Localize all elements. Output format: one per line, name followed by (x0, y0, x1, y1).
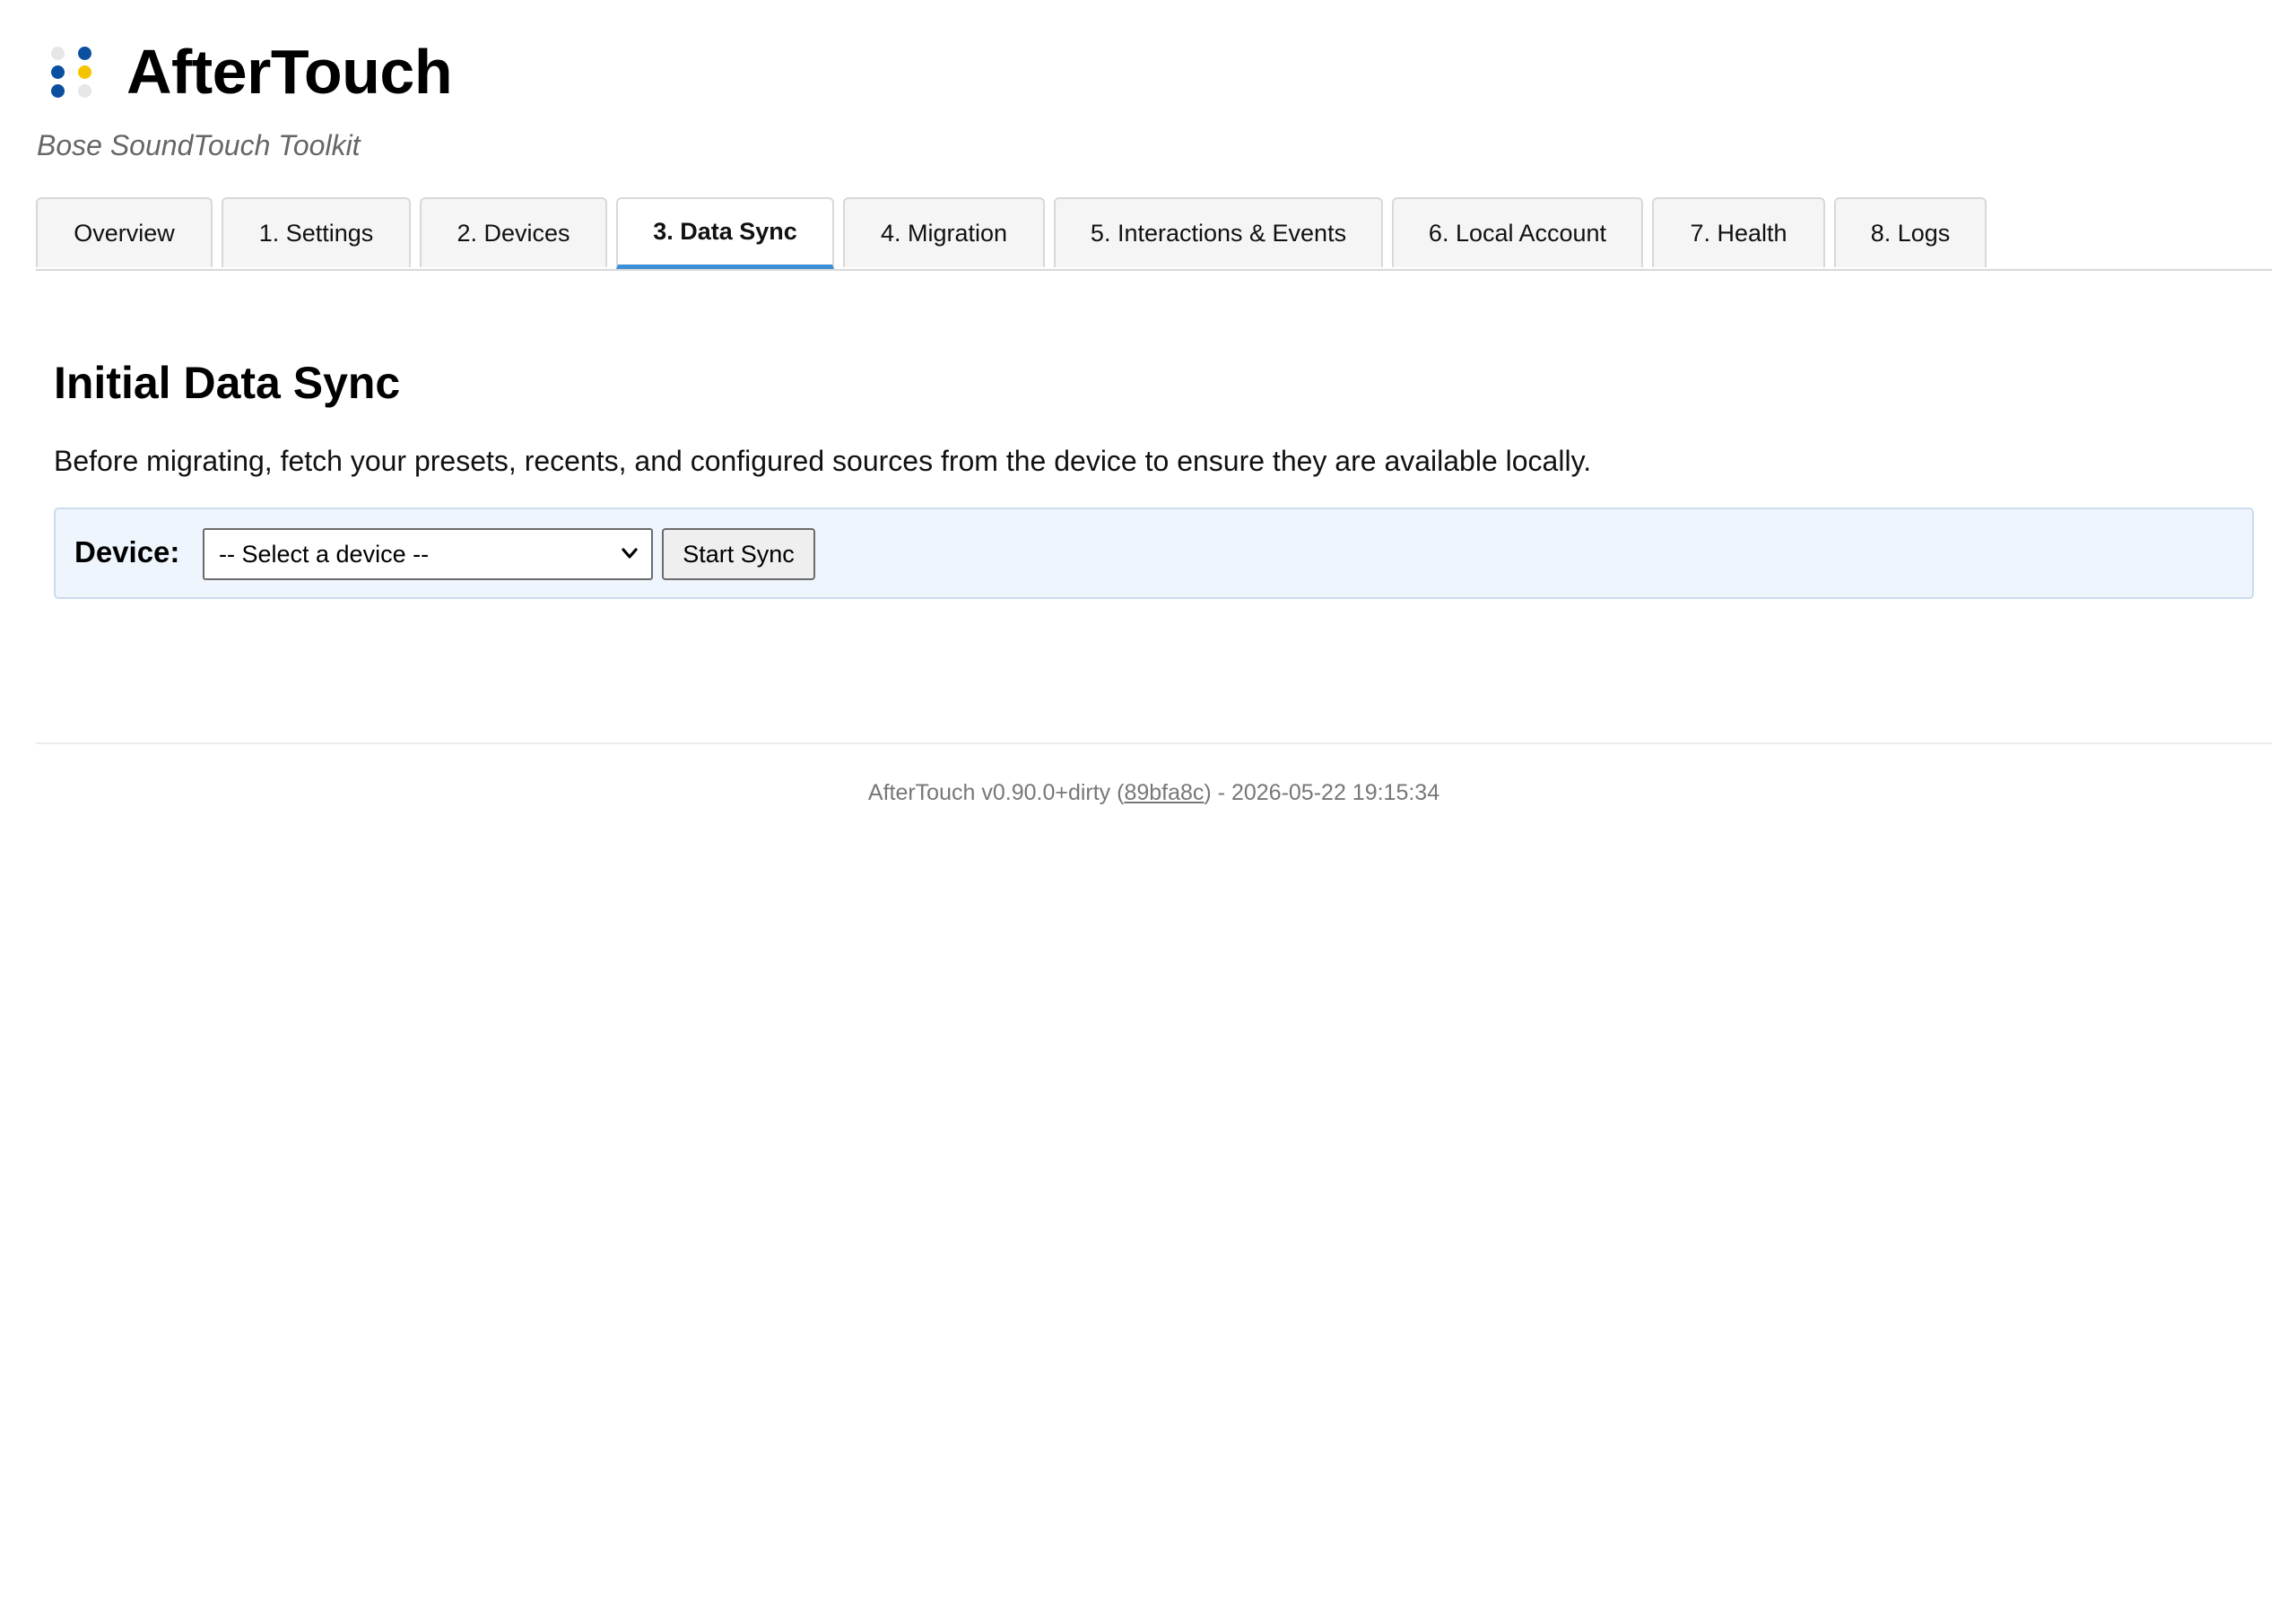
device-label: Device: (74, 535, 180, 568)
footer: AfterTouch v0.90.0+dirty (89bfa8c) - 202… (0, 777, 2296, 809)
tab-data-sync[interactable]: 3. Data Sync (616, 197, 834, 269)
logo-dot (78, 65, 91, 79)
device-select-value: -- Select a device -- (219, 541, 430, 568)
tab-local-account[interactable]: 6. Local Account (1392, 197, 1643, 267)
section-title: Initial Data Sync (54, 358, 401, 408)
tab-health[interactable]: 7. Health (1652, 197, 1825, 267)
footer-divider (36, 742, 2272, 744)
device-select[interactable]: -- Select a device -- (203, 528, 653, 580)
tab-devices[interactable]: 2. Devices (420, 197, 607, 267)
chevron-down-icon (622, 548, 638, 559)
footer-version: AfterTouch v0.90.0+dirty ( (867, 780, 1125, 805)
logo-dot (78, 47, 91, 60)
app-subtitle: Bose SoundTouch Toolkit (37, 129, 361, 161)
logo-dot (51, 65, 65, 79)
logo-dot (78, 84, 91, 98)
tab-overview[interactable]: Overview (36, 197, 213, 267)
app-logo-icon (49, 45, 100, 100)
logo-dot (51, 47, 65, 60)
app-title: AfterTouch (126, 37, 453, 107)
start-sync-button[interactable]: Start Sync (662, 528, 815, 580)
footer-build-time: ) - 2026-05-22 19:15:34 (1204, 780, 1440, 805)
section-description: Before migrating, fetch your presets, re… (54, 445, 1592, 477)
tab-settings[interactable]: 1. Settings (222, 197, 411, 267)
page: AfterTouch Bose SoundTouch Toolkit Overv… (0, 0, 2296, 1614)
tab-migration[interactable]: 4. Migration (843, 197, 1045, 267)
tab-logs[interactable]: 8. Logs (1834, 197, 1987, 267)
tab-bar: Overview 1. Settings 2. Devices 3. Data … (36, 197, 2272, 271)
sync-panel: Device: -- Select a device -- Start Sync (54, 508, 2254, 599)
footer-commit-link[interactable]: 89bfa8c (1124, 780, 1204, 805)
tab-interactions-events[interactable]: 5. Interactions & Events (1054, 197, 1383, 267)
logo-dot (51, 84, 65, 98)
